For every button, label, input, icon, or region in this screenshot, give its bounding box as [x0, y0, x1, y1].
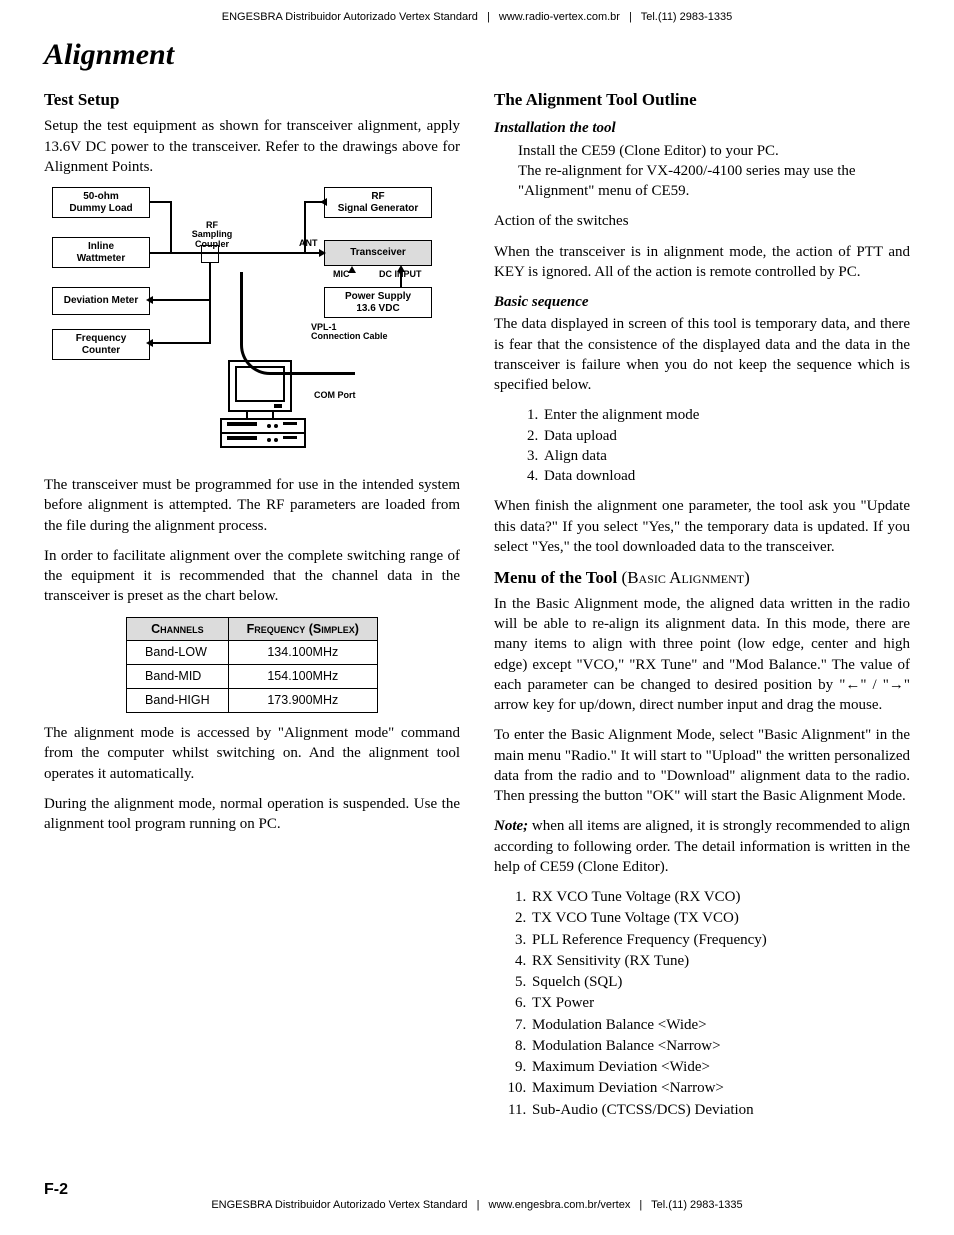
channel-frequency-table: Channels Frequency (Simplex) Band-LOW 13…: [126, 617, 378, 714]
list-item: Sub-Audio (CTCSS/DCS) Deviation: [530, 1100, 910, 1120]
header-url: www.radio-vertex.com.br: [499, 11, 620, 23]
two-column-layout: Test Setup Setup the test equipment as s…: [44, 83, 910, 1130]
list-item: PLL Reference Frequency (Frequency): [530, 930, 910, 950]
left-column: Test Setup Setup the test equipment as s…: [44, 83, 460, 1130]
pc-icon: [219, 357, 311, 457]
install-line1: Install the CE59 (Clone Editor) to your …: [518, 141, 910, 161]
separator: |: [629, 11, 632, 23]
alignment-order-list: RX VCO Tune Voltage (RX VCO) TX VCO Tune…: [514, 887, 910, 1120]
running-footer: ENGESBRA Distribuidor Autorizado Vertex …: [0, 1198, 954, 1213]
menu-p3: when all items are aligned, it is strong…: [494, 818, 910, 875]
list-item: TX Power: [530, 993, 910, 1013]
test-setup-p1: Setup the test equipment as shown for tr…: [44, 116, 460, 177]
cell-ch: Band-LOW: [127, 641, 229, 665]
box-transceiver: Transceiver: [324, 240, 432, 266]
menu-p1: In the Basic Alignment mode, the aligned…: [494, 594, 910, 716]
list-item: Align data: [542, 446, 910, 466]
list-item: Squelch (SQL): [530, 972, 910, 992]
list-item: Enter the alignment mode: [542, 405, 910, 425]
arrow-left-icon: [146, 339, 153, 347]
arrow-left-icon: [146, 296, 153, 304]
test-setup-p5: During the alignment mode, normal operat…: [44, 794, 460, 835]
install-subhead: Installation the tool: [494, 118, 910, 138]
right-column: The Alignment Tool Outline Installation …: [494, 83, 910, 1130]
menu-note: Note; when all items are aligned, it is …: [494, 816, 910, 877]
list-item: Maximum Deviation <Wide>: [530, 1057, 910, 1077]
line: [150, 252, 324, 254]
page-title: Alignment: [44, 35, 910, 76]
label-vpl-cable: VPL-1Connection Cable: [311, 323, 401, 342]
running-header: ENGESBRA Distribuidor Autorizado Vertex …: [44, 10, 910, 25]
list-item: Modulation Balance <Wide>: [530, 1015, 910, 1035]
box-inline-wattmeter: InlineWattmeter: [52, 237, 150, 268]
test-setup-p3: In order to facilitate alignment over th…: [44, 546, 460, 607]
separator: |: [639, 1199, 642, 1211]
action-p: When the transceiver is in alignment mod…: [494, 242, 910, 283]
cell-fr: 134.100MHz: [228, 641, 377, 665]
header-distributor: ENGESBRA Distribuidor Autorizado Vertex …: [222, 11, 478, 23]
table-row: Band-HIGH 173.900MHz: [127, 689, 378, 713]
list-item: Data upload: [542, 426, 910, 446]
label-com-port: COM Port: [314, 391, 356, 400]
label-coupler: RF SamplingCoupler: [189, 221, 235, 249]
arrow-right-icon: [319, 249, 326, 257]
test-setup-heading: Test Setup: [44, 89, 460, 112]
footer-url: www.engesbra.com.br/vertex: [489, 1199, 631, 1211]
label-ant: ANT: [299, 239, 318, 248]
menu-heading-paren: (Basic Alignment): [622, 568, 750, 587]
action-heading: Action of the switches: [494, 211, 910, 231]
label-dcinput: DC INPUT: [379, 270, 422, 279]
menu-heading: Menu of the Tool (Basic Alignment): [494, 567, 910, 590]
basic-p2: When finish the alignment one parameter,…: [494, 496, 910, 557]
header-tel: Tel.(11) 2983-1335: [641, 11, 733, 23]
install-block: Install the CE59 (Clone Editor) to your …: [494, 141, 910, 202]
separator: |: [477, 1199, 480, 1211]
label-mic: MIC: [333, 270, 350, 279]
line: [209, 263, 211, 343]
menu-p2: To enter the Basic Alignment Mode, selec…: [494, 725, 910, 806]
cell-fr: 154.100MHz: [228, 665, 377, 689]
menu-heading-main: Menu of the Tool: [494, 568, 617, 587]
table-row: Band-MID 154.100MHz: [127, 665, 378, 689]
box-dummy-load: 50-ohmDummy Load: [52, 187, 150, 218]
basic-p1: The data displayed in screen of this too…: [494, 314, 910, 395]
basic-sequence-list: Enter the alignment mode Data upload Ali…: [514, 405, 910, 486]
note-lead: Note;: [494, 818, 528, 834]
list-item: Modulation Balance <Narrow>: [530, 1036, 910, 1056]
list-item: Maximum Deviation <Narrow>: [530, 1078, 910, 1098]
list-item: Data download: [542, 466, 910, 486]
footer-distributor: ENGESBRA Distribuidor Autorizado Vertex …: [211, 1199, 467, 1211]
list-item: RX VCO Tune Voltage (RX VCO): [530, 887, 910, 907]
line: [150, 299, 211, 301]
box-deviation-meter: Deviation Meter: [52, 287, 150, 315]
page: ENGESBRA Distribuidor Autorizado Vertex …: [0, 0, 954, 1235]
footer-tel: Tel.(11) 2983-1335: [651, 1199, 743, 1211]
cell-ch: Band-MID: [127, 665, 229, 689]
th-frequency: Frequency (Simplex): [228, 617, 377, 641]
cell-ch: Band-HIGH: [127, 689, 229, 713]
list-item: RX Sensitivity (RX Tune): [530, 951, 910, 971]
cell-fr: 173.900MHz: [228, 689, 377, 713]
outline-heading: The Alignment Tool Outline: [494, 89, 910, 112]
test-setup-p2: The transceiver must be programmed for u…: [44, 475, 460, 536]
line: [150, 342, 211, 344]
table-row: Band-LOW 134.100MHz: [127, 641, 378, 665]
install-line2: The re-alignment for VX-4200/-4100 serie…: [518, 161, 910, 202]
test-setup-p4: The alignment mode is accessed by "Align…: [44, 723, 460, 784]
list-item: TX VCO Tune Voltage (TX VCO): [530, 908, 910, 928]
arrow-left-icon: [320, 198, 327, 206]
separator: |: [487, 11, 490, 23]
basic-subhead: Basic sequence: [494, 292, 910, 312]
box-frequency-counter: FrequencyCounter: [52, 329, 150, 360]
line: [150, 201, 172, 203]
th-channels: Channels: [127, 617, 229, 641]
test-setup-diagram: 50-ohmDummy Load InlineWattmeter Deviati…: [44, 187, 434, 465]
line: [170, 201, 172, 253]
box-rf-signal-generator: RFSignal Generator: [324, 187, 432, 218]
